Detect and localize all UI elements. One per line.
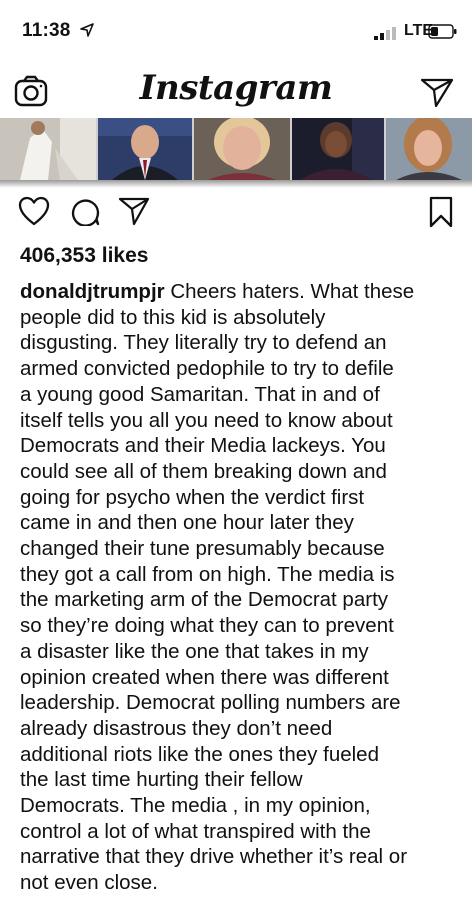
caption-line: not even close. (20, 871, 158, 895)
caption-line: itself tells you all you need to know ab… (20, 408, 393, 432)
signal-bars-icon (374, 27, 396, 40)
caption-line: people did to this kid is absolutely (20, 305, 326, 329)
caption-text: Cheers haters. What these (170, 280, 415, 303)
caption-line: could see all of them breaking down and (20, 459, 387, 483)
caption-line: they got a call from on high. The media … (20, 562, 395, 586)
caption-line-first: donaldjtrumpjr Cheers haters. What these (20, 279, 460, 305)
story-thumbnail[interactable] (386, 118, 472, 180)
battery-icon (428, 24, 457, 39)
story-strip-shadow (0, 180, 472, 188)
caption-line: opinion created when there was different (20, 665, 389, 689)
status-time: 11:38 (22, 20, 71, 41)
caption-line: so they’re doing what they can to preven… (20, 614, 394, 638)
post-caption: donaldjtrumpjr Cheers haters. What these… (20, 279, 460, 896)
caption-line: the marketing arm of the Democrat party (20, 588, 389, 612)
bookmark-icon[interactable] (428, 196, 454, 228)
caption-line: Democrats and their Media lackeys. You (20, 434, 386, 458)
caption-line: going for psycho when the verdict first (20, 485, 365, 509)
post-actions (0, 196, 472, 236)
caption-line: came in and then one hour later they (20, 511, 354, 535)
story-strip (0, 118, 472, 180)
like-count[interactable]: 406,353 likes (20, 244, 148, 268)
status-bar: 11:38 LTE (0, 0, 472, 64)
top-nav: Instagram (0, 64, 472, 120)
caption-line: changed their tune presumably because (20, 537, 385, 561)
story-thumbnail[interactable] (98, 118, 192, 180)
caption-line: narrative that they drive whether it’s r… (20, 845, 408, 869)
caption-line: armed convicted pedophile to try to defi… (20, 357, 394, 381)
comment-icon[interactable] (70, 196, 100, 226)
story-thumbnail[interactable] (194, 118, 290, 180)
story-thumbnail[interactable] (0, 118, 96, 180)
caption-line: control a lot of what transpired with th… (20, 819, 371, 843)
caption-line: disgusting. They literally try to defend… (20, 331, 387, 355)
app-logo: Instagram (139, 68, 333, 108)
story-thumbnail[interactable] (292, 118, 384, 180)
caption-line: leadership. Democrat polling numbers are (20, 691, 401, 715)
caption-line: a young good Samaritan. That in and of (20, 382, 380, 406)
heart-icon[interactable] (18, 196, 50, 226)
location-arrow-icon (80, 23, 94, 37)
post-username[interactable]: donaldjtrumpjr (20, 280, 165, 303)
share-icon[interactable] (118, 196, 150, 226)
caption-line: the last time hurting their fellow (20, 768, 303, 792)
caption-line: additional riots like the ones they fuel… (20, 742, 379, 766)
caption-line: already disastrous they don’t need (20, 716, 333, 740)
caption-line: Democrats. The media , in my opinion, (20, 794, 371, 818)
direct-message-icon[interactable] (420, 76, 454, 108)
caption-line: a disaster like the one that takes in my (20, 639, 369, 663)
